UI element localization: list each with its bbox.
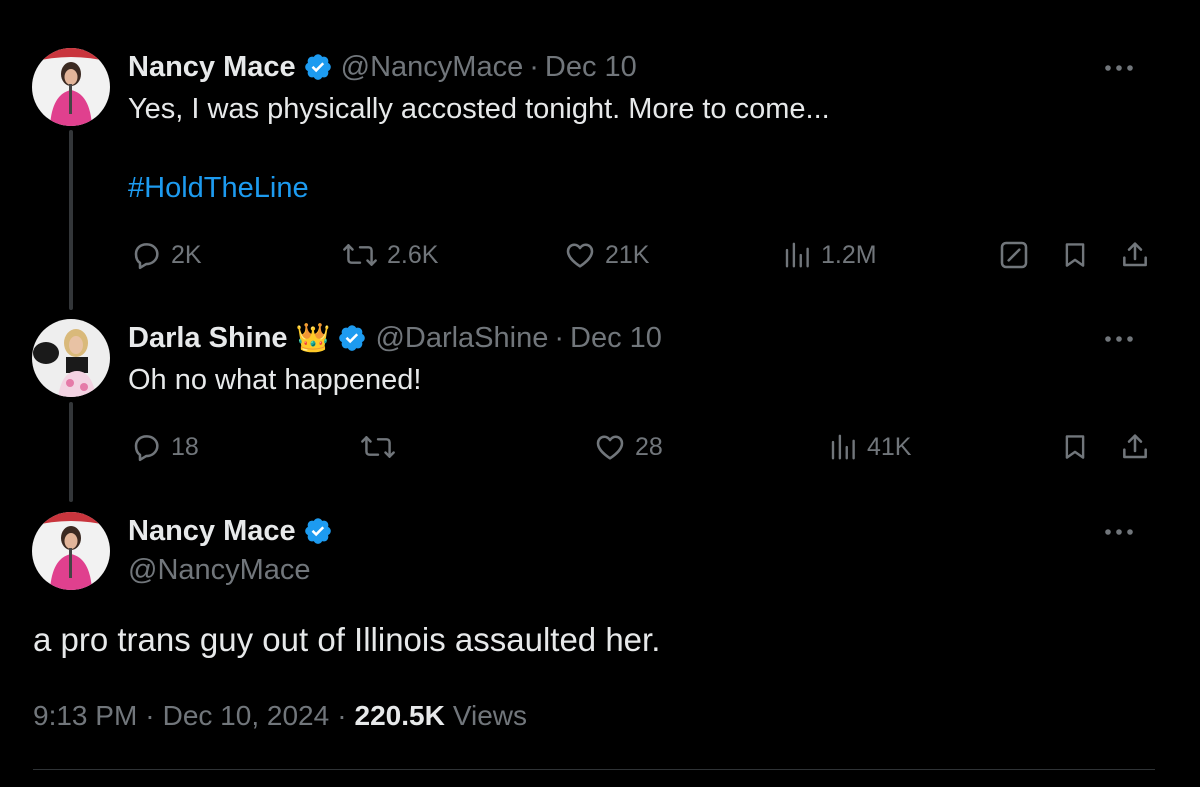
reply-icon <box>134 435 159 462</box>
thread-line-2 <box>69 402 73 502</box>
like-count: 28 <box>635 432 663 461</box>
tweet-header: Nancy Mace @NancyMace · Dec 10 <box>128 47 637 87</box>
separator: · <box>145 700 155 731</box>
reply-count: 2K <box>171 240 202 269</box>
repost-icon <box>361 436 395 458</box>
separator: · <box>337 700 347 731</box>
avatar[interactable] <box>32 512 110 590</box>
more-icon[interactable] <box>1101 514 1137 550</box>
avatar[interactable] <box>32 48 110 126</box>
like-icon <box>596 435 624 460</box>
separator: · <box>529 50 539 83</box>
bookmark-icon[interactable] <box>1058 430 1092 464</box>
more-icon[interactable] <box>1101 321 1137 357</box>
grok-icon[interactable] <box>997 238 1031 272</box>
views-icon <box>831 434 855 460</box>
like-icon <box>566 243 594 268</box>
hashtag-link[interactable]: #HoldTheLine <box>128 172 309 205</box>
share-icon[interactable] <box>1118 238 1152 272</box>
verified-badge-icon[interactable] <box>303 516 333 546</box>
timestamp[interactable]: Dec 10 <box>570 322 662 355</box>
handle[interactable]: @NancyMace <box>341 51 524 84</box>
tweet-text: Oh no what happened! <box>128 364 422 396</box>
views-icon <box>785 242 809 268</box>
separator: · <box>554 321 565 354</box>
repost-count: 2.6K <box>387 240 439 269</box>
repost-icon <box>343 244 377 266</box>
views-count: 41K <box>867 432 912 461</box>
views-button[interactable]: 1.2M <box>782 238 877 272</box>
tweet-header: Nancy Mace <box>128 511 333 551</box>
repost-button[interactable]: 2.6K <box>342 238 438 272</box>
views-count: 1.2M <box>821 240 877 269</box>
display-name[interactable]: Darla Shine <box>128 322 288 355</box>
post-date[interactable]: Dec 10, 2024 <box>163 700 330 732</box>
bookmark-icon[interactable] <box>1058 238 1092 272</box>
reply-count: 18 <box>171 432 199 461</box>
views-count: 220.5K <box>354 700 445 731</box>
reply-button[interactable]: 18 <box>130 430 199 464</box>
more-icon[interactable] <box>1101 50 1137 86</box>
share-icon[interactable] <box>1118 430 1152 464</box>
tweet-text: a pro trans guy out of Illinois assaulte… <box>33 621 661 658</box>
handle[interactable]: @DarlaShine <box>375 322 548 355</box>
repost-button[interactable] <box>360 430 405 464</box>
like-button[interactable]: 21K <box>564 238 649 272</box>
like-button[interactable]: 28 <box>594 430 663 464</box>
post-time[interactable]: 9:13 PM <box>33 700 137 732</box>
views-button[interactable]: 41K <box>828 430 911 464</box>
reply-icon <box>134 243 159 270</box>
handle[interactable]: @NancyMace <box>128 554 311 587</box>
tweet-text: Yes, I was physically accosted tonight. … <box>128 93 830 125</box>
avatar[interactable] <box>32 319 110 397</box>
display-name[interactable]: Nancy Mace <box>128 515 296 548</box>
views-label: Views <box>452 700 527 731</box>
timestamp[interactable]: Dec 10 <box>545 51 637 84</box>
display-name[interactable]: Nancy Mace <box>128 51 296 84</box>
verified-badge-icon[interactable] <box>303 52 333 82</box>
tweet-meta: 9:13 PM · Dec 10, 2024 · 220.5K Views <box>33 700 527 732</box>
divider <box>33 769 1155 770</box>
tweet-header: Darla Shine 👑 @DarlaShine · Dec 10 <box>128 318 662 358</box>
thread-line-1 <box>69 130 73 310</box>
crown-emoji: 👑 <box>295 322 331 353</box>
reply-button[interactable]: 2K <box>130 238 202 272</box>
verified-badge-icon[interactable] <box>337 323 367 353</box>
like-count: 21K <box>605 240 650 269</box>
